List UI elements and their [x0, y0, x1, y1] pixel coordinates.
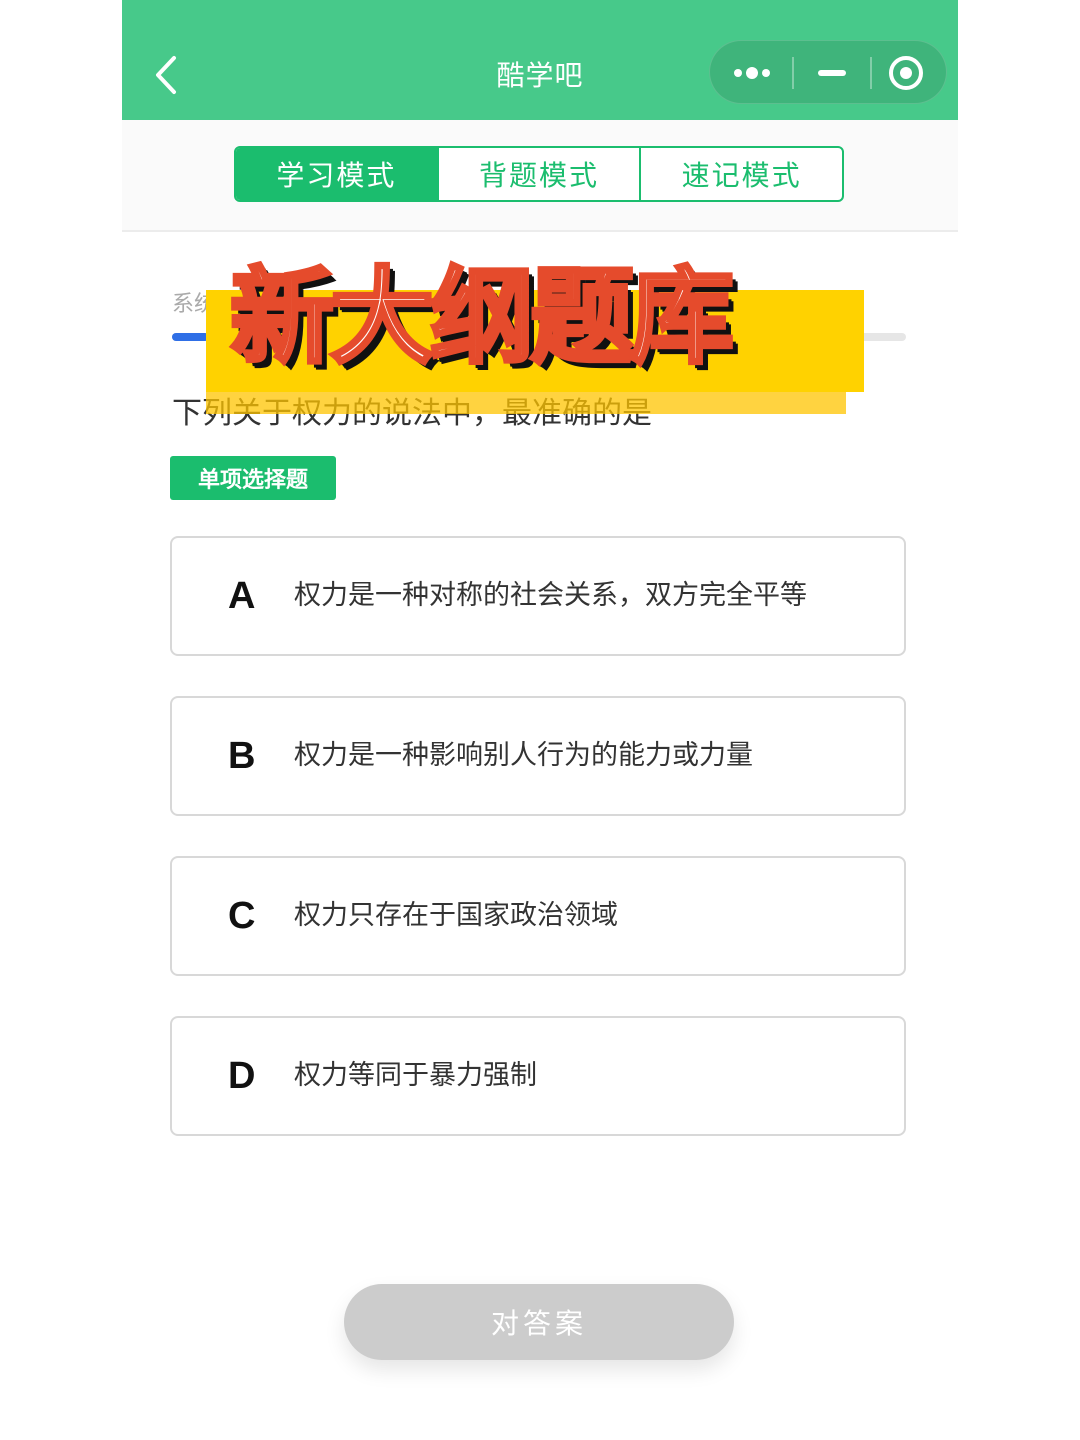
tab-quick-recall-mode[interactable]: 速记模式 [641, 148, 842, 200]
banner-highlight-underline [206, 392, 846, 414]
option-d[interactable]: D 权力等同于暴力强制 [170, 1016, 906, 1136]
question-type-badge: 单项选择题 [170, 456, 336, 500]
option-text: 权力是一种对称的社会关系，双方完全平等 [294, 580, 807, 611]
progress-fill [172, 333, 209, 341]
more-button[interactable] [710, 41, 792, 105]
option-letter: B [228, 735, 256, 777]
nav-header: 酷学吧 [122, 0, 958, 120]
minimize-button[interactable] [792, 41, 870, 105]
option-c[interactable]: C 权力只存在于国家政治领域 [170, 856, 906, 976]
option-b[interactable]: B 权力是一种影响别人行为的能力或力量 [170, 696, 906, 816]
option-a[interactable]: A 权力是一种对称的社会关系，双方完全平等 [170, 536, 906, 656]
tab-memorize-mode[interactable]: 背题模式 [439, 148, 642, 200]
banner-title: 新大纲题库 [228, 254, 736, 380]
target-circle-icon [889, 56, 923, 90]
option-letter: C [228, 895, 256, 937]
options-list: A 权力是一种对称的社会关系，双方完全平等 B 权力是一种影响别人行为的能力或力… [170, 536, 908, 1176]
mode-tabs: 学习模式 背题模式 速记模式 [234, 146, 844, 202]
option-text: 权力是一种影响别人行为的能力或力量 [294, 740, 753, 771]
capsule-menu [709, 40, 947, 104]
phone-screen: 酷学吧 学习模式 背题模式 速记模式 系统 新大纲题库 单项选择题 A 权力是一… [122, 0, 958, 1440]
option-letter: A [228, 575, 256, 617]
option-text: 权力等同于暴力强制 [294, 1060, 537, 1091]
minimize-icon [818, 70, 846, 76]
option-letter: D [228, 1055, 256, 1097]
mode-tabs-area: 学习模式 背题模式 速记模式 [122, 120, 958, 232]
tab-study-mode[interactable]: 学习模式 [236, 148, 439, 200]
close-button[interactable] [870, 41, 948, 105]
option-text: 权力只存在于国家政治领域 [294, 900, 618, 931]
more-dots-icon [734, 67, 770, 79]
check-answer-button[interactable]: 对答案 [344, 1284, 734, 1360]
